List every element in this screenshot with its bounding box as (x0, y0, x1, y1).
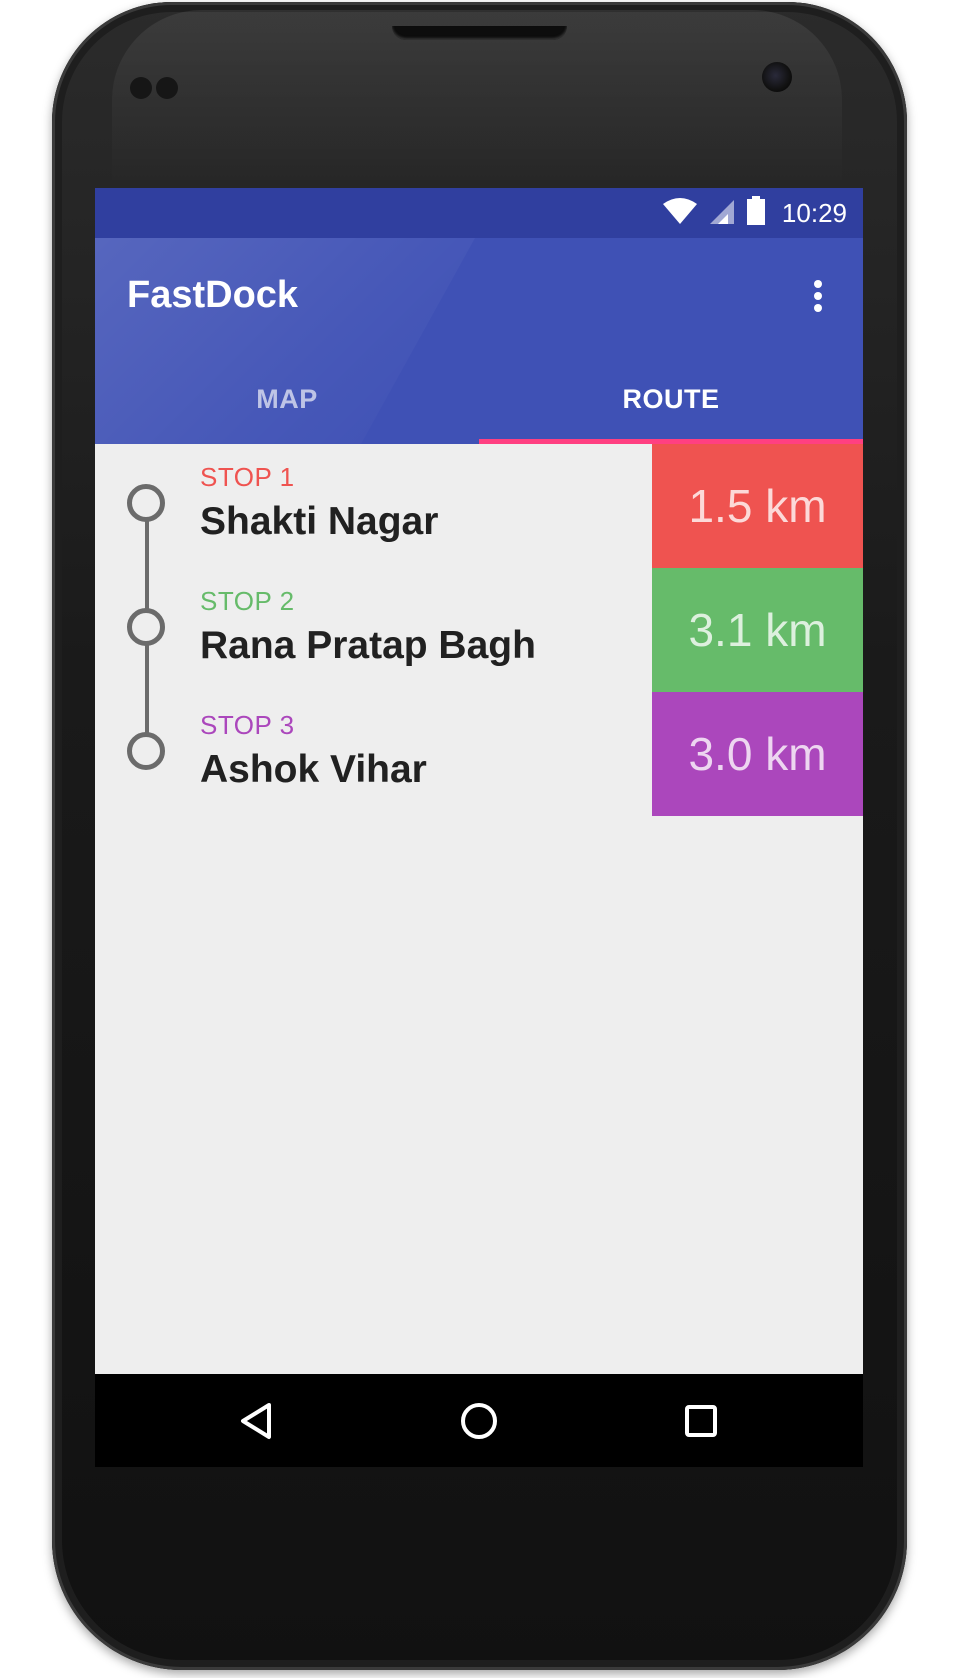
distance-badge: 3.0 km (652, 692, 863, 816)
app-bar: FastDock MAP ROUTE (95, 238, 863, 444)
earpiece-speaker (392, 26, 567, 40)
tab-map[interactable]: MAP (95, 354, 479, 444)
distance-badge: 3.1 km (652, 568, 863, 692)
front-camera (762, 62, 792, 92)
stop-marker-icon (127, 608, 165, 646)
status-icons: 10:29 (662, 188, 847, 238)
app-title: FastDock (127, 274, 299, 316)
distance-badge: 1.5 km (652, 444, 863, 568)
stop-label: STOP 1 (200, 462, 295, 492)
stop-marker-icon (127, 484, 165, 522)
overflow-menu-icon[interactable] (803, 276, 833, 316)
stop-label: STOP 3 (200, 710, 295, 740)
list-item[interactable]: STOP 2 Rana Pratap Bagh 3.1 km (95, 568, 863, 692)
cell-signal-icon (708, 197, 736, 230)
navigation-bar (95, 1374, 863, 1467)
tab-route[interactable]: ROUTE (479, 354, 863, 444)
recents-icon[interactable] (674, 1394, 728, 1448)
route-list: STOP 1 Shakti Nagar 1.5 km STOP 2 Rana P… (95, 444, 863, 1374)
status-time: 10:29 (781, 197, 847, 228)
home-icon[interactable] (452, 1394, 506, 1448)
list-item[interactable]: STOP 1 Shakti Nagar 1.5 km (95, 444, 863, 568)
status-bar: 10:29 (95, 188, 863, 238)
back-icon[interactable] (230, 1394, 284, 1448)
light-sensor (156, 77, 178, 99)
tab-bar: MAP ROUTE (95, 354, 863, 444)
proximity-sensor (130, 77, 152, 99)
wifi-icon (662, 197, 698, 230)
stop-name: Ashok Vihar (200, 748, 427, 791)
stop-name: Rana Pratap Bagh (200, 624, 536, 667)
stop-name: Shakti Nagar (200, 500, 439, 543)
screen: 10:29 FastDock MAP ROUTE STOP 1 Shakti N… (95, 188, 863, 1467)
list-item[interactable]: STOP 3 Ashok Vihar 3.0 km (95, 692, 863, 816)
stop-label: STOP 2 (200, 586, 295, 616)
battery-icon (746, 195, 766, 231)
stop-marker-icon (127, 732, 165, 770)
